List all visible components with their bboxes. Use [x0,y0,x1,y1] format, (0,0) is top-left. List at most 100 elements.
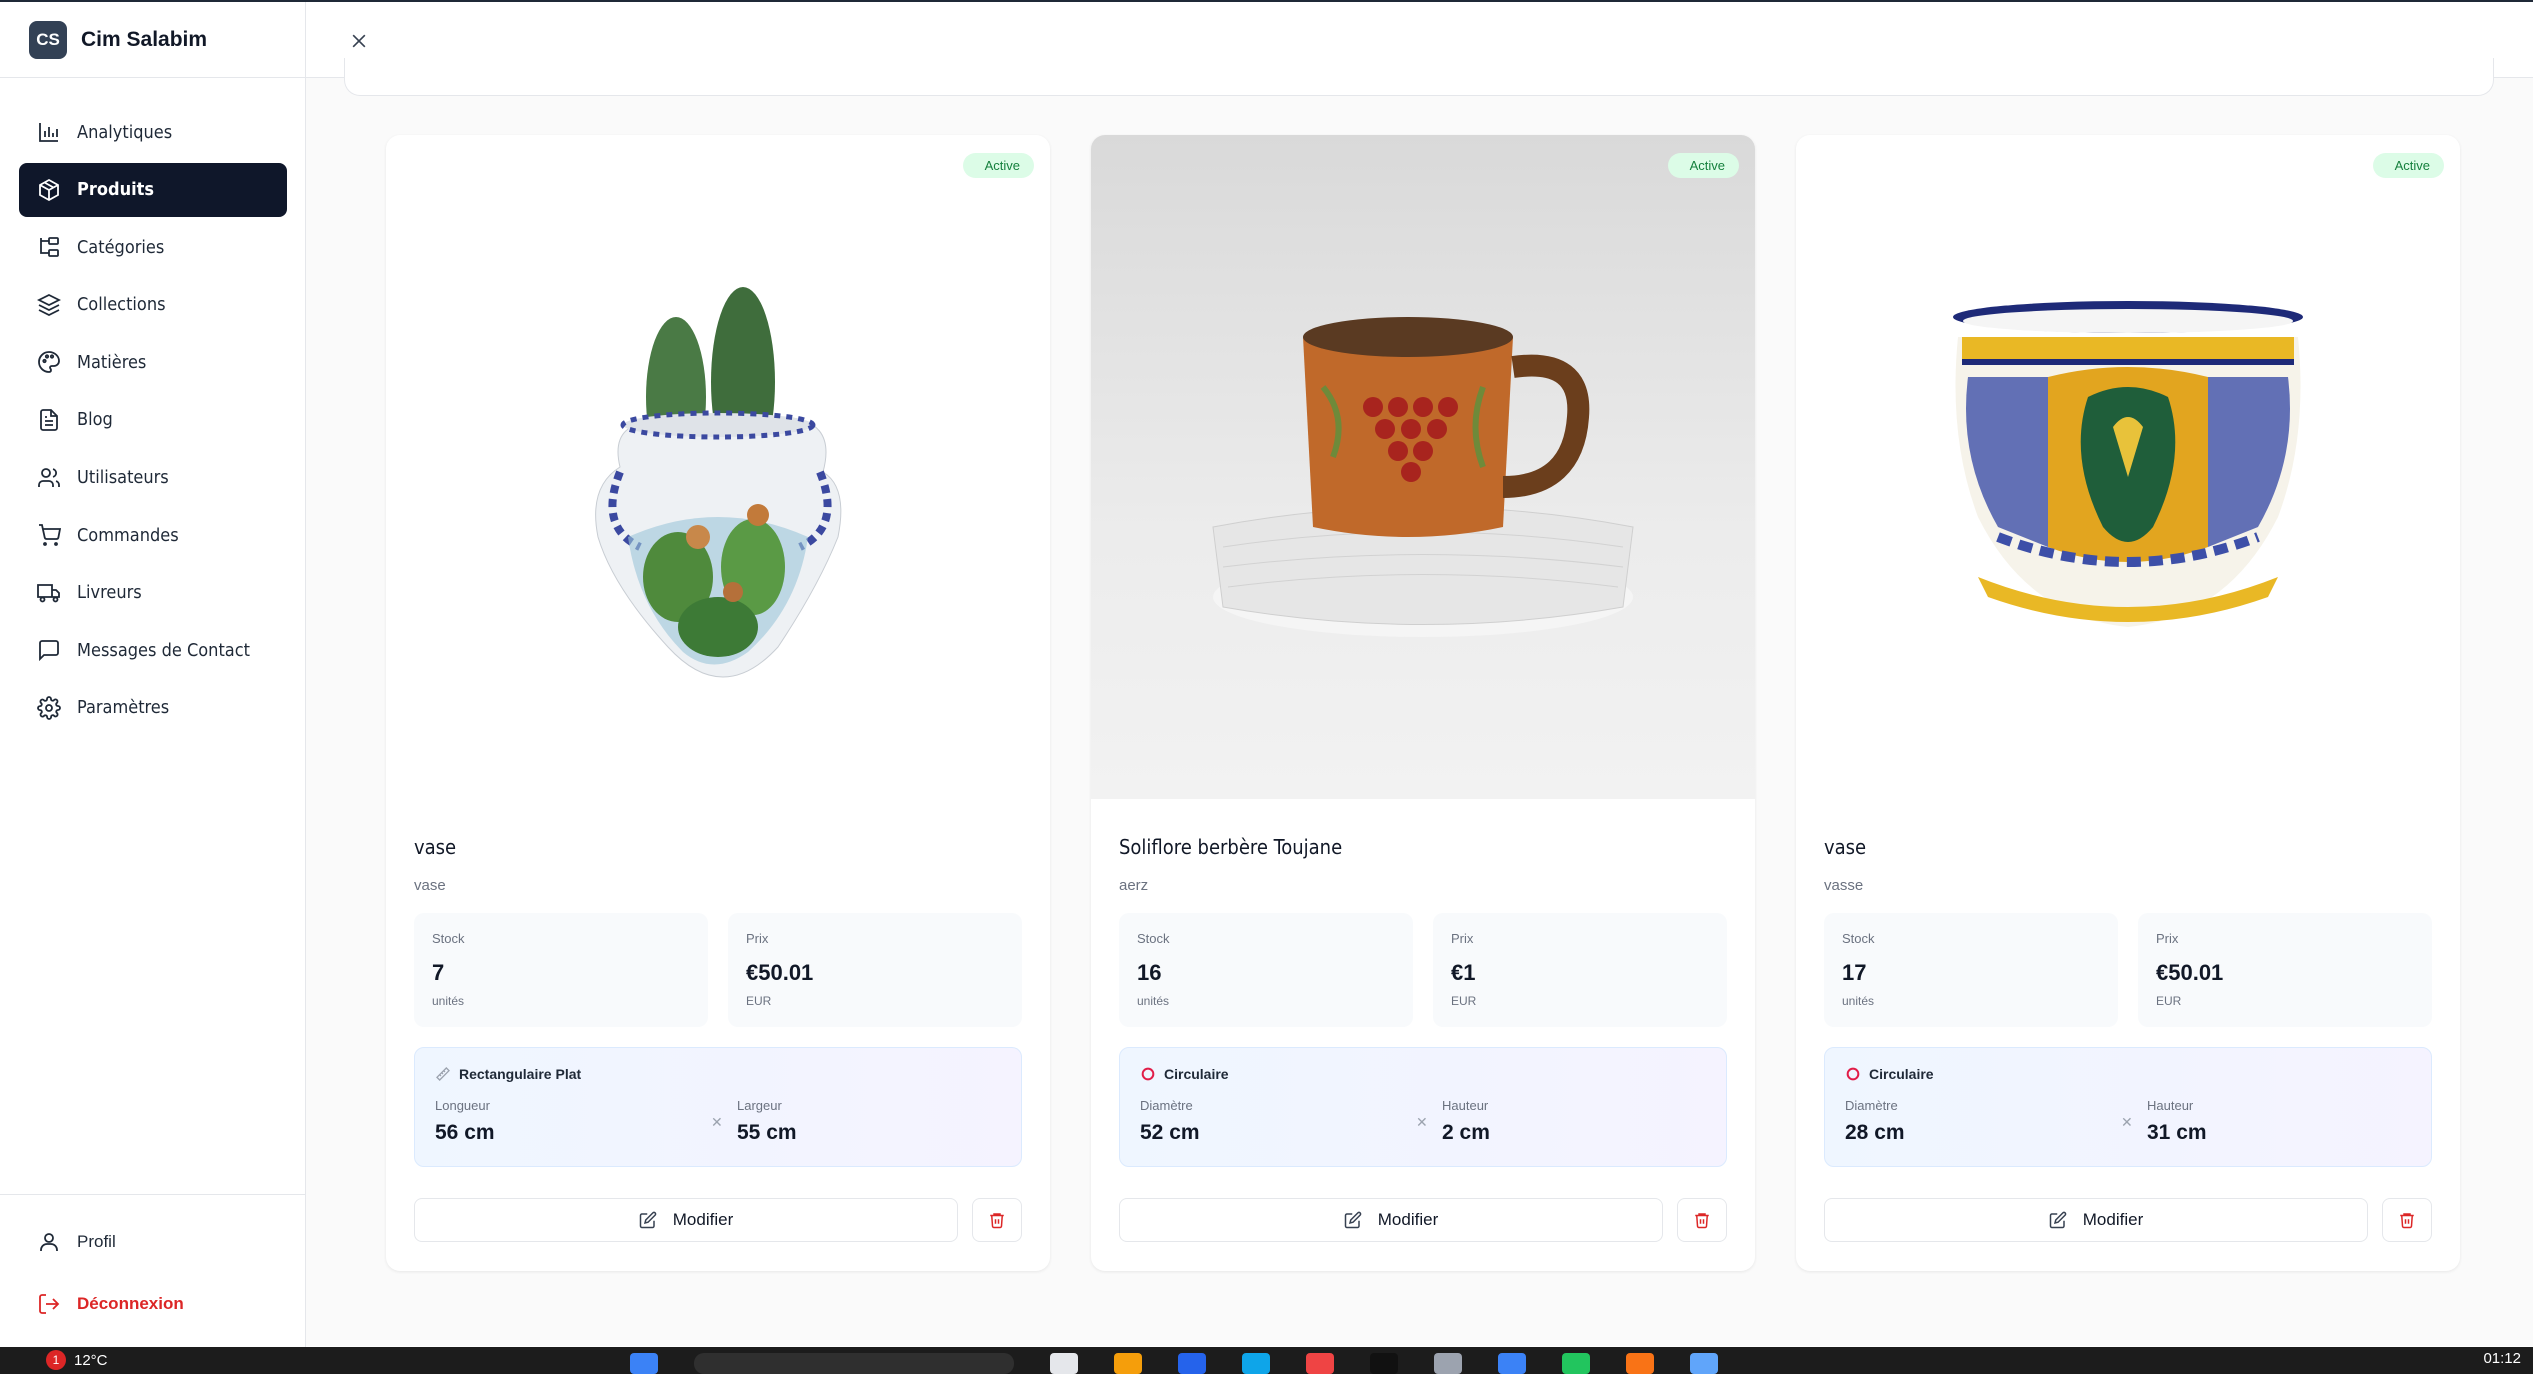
dimensions-box: Circulaire Diamètre 52 cm ✕ Hauteur 2 cm [1119,1047,1727,1167]
close-sidebar-button[interactable] [344,26,374,56]
stock-value: 16 [1137,960,1162,985]
trash-icon [1695,1213,1709,1229]
dimension-2: Hauteur 2 cm [1442,1098,1490,1145]
app-icon[interactable] [1434,1353,1462,1374]
edit-button[interactable]: Modifier [1119,1198,1663,1242]
delete-button[interactable] [972,1198,1022,1242]
price-value: €50.01 [746,960,814,985]
vscode-icon[interactable] [1498,1353,1526,1374]
stock-label: Stock [1137,931,1170,946]
delete-button[interactable] [2382,1198,2432,1242]
trash-icon [990,1213,1004,1229]
start-icon[interactable] [630,1353,658,1374]
taskbar-apps [630,1353,1754,1374]
brand[interactable]: CS Cim Salabim [0,2,306,78]
logout-button[interactable]: Déconnexion [19,1277,287,1331]
shape-label: Circulaire [1164,1066,1229,1082]
price-box: Prix €1 EUR [1433,913,1727,1027]
shape-label: Circulaire [1869,1066,1934,1082]
dimension-2: Hauteur 31 cm [2147,1098,2207,1145]
product-card: Active vase vase Stock 7 unités Prix €50… [386,135,1050,1271]
status-badge: Active [1667,153,1739,178]
dimensions-box: Circulaire Diamètre 28 cm ✕ Hauteur 31 c… [1824,1047,2432,1167]
product-image[interactable]: Active [1091,135,1755,799]
chrome-icon[interactable] [1306,1353,1334,1374]
stock-value: 17 [1842,960,1867,985]
sidebar-item-utilisateurs[interactable]: Utilisateurs [19,451,287,505]
times-icon: ✕ [2121,1114,2133,1130]
shape-type: Circulaire [1845,1066,1934,1082]
store-icon[interactable] [1242,1353,1270,1374]
stock-value: 7 [432,960,445,985]
stock-label: Stock [432,931,465,946]
weather-badge: 1 [46,1350,66,1370]
taskbar-search[interactable] [694,1353,1014,1374]
product-subtitle: vase [414,877,446,894]
sidebar-item-label: Analytiques [77,121,173,143]
app-icon[interactable] [1370,1353,1398,1374]
sidebar-item-messages[interactable]: Messages de Contact [19,623,287,677]
app-icon[interactable] [1626,1353,1654,1374]
dimension-1-value: 52 cm [1140,1121,1200,1144]
edge-icon[interactable] [1178,1353,1206,1374]
sidebar-item-analytiques[interactable]: Analytiques [19,105,287,159]
cactus-vase-illustration [595,287,842,678]
stock-box: Stock 16 unités [1119,913,1413,1027]
price-currency: EUR [746,994,772,1008]
stock-label: Stock [1842,931,1875,946]
edit-label: Modifier [1377,1210,1439,1229]
palette-icon [38,351,60,374]
os-taskbar: 1 12°C 01:12 [0,1347,2533,1374]
app-icon[interactable] [1050,1353,1078,1374]
users-icon [38,467,60,487]
edit-label: Modifier [672,1210,734,1229]
dimension-2-label: Hauteur [1442,1098,1489,1113]
dimension-1-label: Longueur [435,1098,490,1113]
dimension-1: Longueur 56 cm [435,1098,495,1145]
edit-icon [2049,1211,2067,1229]
price-value: €50.01 [2156,960,2224,985]
dimension-1-value: 56 cm [435,1121,495,1144]
product-image[interactable]: Active [386,135,1050,799]
sidebar-item-label: Blog [77,409,113,431]
stock-unit: unités [1842,994,1875,1008]
price-value: €1 [1451,960,1476,985]
price-box: Prix €50.01 EUR [728,913,1022,1027]
logout-label: Déconnexion [77,1294,184,1313]
dimension-2-label: Largeur [737,1098,782,1113]
product-name: Soliflore berbère Toujane [1119,835,1343,859]
stock-unit: unités [432,994,465,1008]
sidebar-item-livreurs[interactable]: Livreurs [19,566,287,620]
edit-button[interactable]: Modifier [414,1198,958,1242]
dimension-2-label: Hauteur [2147,1098,2194,1113]
sidebar-item-collections[interactable]: Collections [19,278,287,332]
delete-button[interactable] [1677,1198,1727,1242]
times-icon: ✕ [711,1114,723,1130]
user-icon [40,1233,58,1251]
edit-icon [1344,1211,1362,1229]
spotify-icon[interactable] [1562,1353,1590,1374]
weather-temp: 12°C [74,1351,108,1369]
times-icon: ✕ [1416,1114,1428,1130]
weather-widget[interactable]: 1 12°C [46,1350,108,1370]
sidebar-item-label: Paramètres [77,697,170,719]
folder-icon[interactable] [1114,1353,1142,1374]
sidebar-item-categories[interactable]: Catégories [19,220,287,274]
sidebar-item-parametres[interactable]: Paramètres [19,681,287,735]
sidebar-item-label: Matières [77,351,147,373]
file-text-icon [40,409,58,431]
product-image[interactable]: Active [1796,135,2460,799]
shape-label: Rectangulaire Plat [459,1066,582,1082]
app-icon[interactable] [1690,1353,1718,1374]
sidebar-item-matieres[interactable]: Matières [19,335,287,389]
profile-link[interactable]: Profil [19,1215,287,1269]
dimension-2: Largeur 55 cm [737,1098,797,1145]
sidebar-item-label: Messages de Contact [77,639,250,661]
edit-button[interactable]: Modifier [1824,1198,2368,1242]
status-badge: Active [2372,153,2444,178]
sidebar-item-commandes[interactable]: Commandes [19,508,287,562]
sidebar-item-produits[interactable]: Produits [19,162,287,217]
stock-box: Stock 7 unités [414,913,708,1027]
profile-label: Profil [77,1232,116,1251]
sidebar-item-blog[interactable]: Blog [19,393,287,447]
